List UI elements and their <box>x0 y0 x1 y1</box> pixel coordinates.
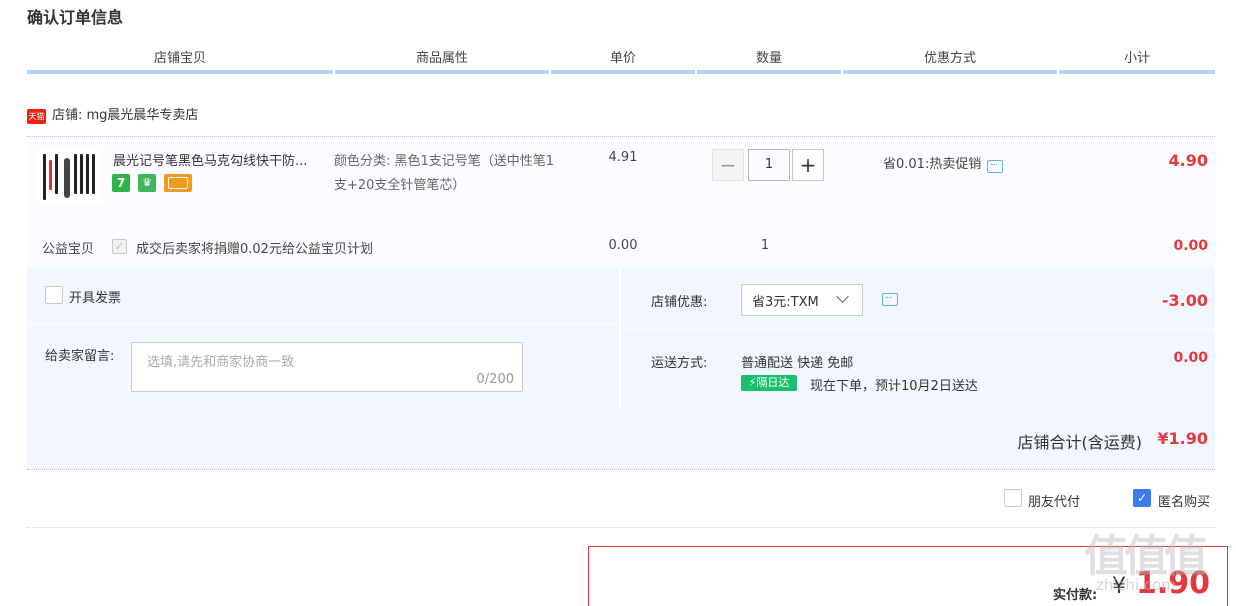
shop-discount-selected: 省3元:TXM <box>752 295 819 310</box>
shipping-amount: 0.00 <box>1173 350 1208 366</box>
message-placeholder: 选填,请先和商家协商一致 <box>147 355 295 370</box>
guarantee-icon[interactable]: ♛ <box>138 174 157 192</box>
product-name-link[interactable]: 晨光记号笔黑色马克勾线快干防... <box>113 150 329 169</box>
message-label: 给卖家留言: <box>45 349 115 364</box>
seven-day-return-icon[interactable]: 7 <box>112 174 130 192</box>
credit-card-icon[interactable] <box>164 174 193 192</box>
shipping-panel <box>621 330 1215 408</box>
quantity-input[interactable]: 1 <box>748 149 790 181</box>
column-quantity: 数量 <box>755 51 782 66</box>
shop-discount-label: 店铺优惠: <box>651 295 708 310</box>
promotion-text: 省0.01:热卖促销 <box>883 157 982 172</box>
friend-pay-checkbox[interactable] <box>1004 489 1022 507</box>
invoice-label[interactable]: 开具发票 <box>69 287 121 306</box>
discount-chat-icon[interactable] <box>882 293 898 306</box>
next-day-badge: ⚡隔日达 <box>741 375 797 391</box>
tmall-icon: 天猫 <box>27 108 46 124</box>
shop-name[interactable]: 店铺: mg晨光晨华专卖店 <box>52 108 198 123</box>
promotion-info: 省0.01:热卖促销 <box>883 153 1004 173</box>
product-attributes: 颜色分类: 黑色1支记号笔（送中性笔1支+20支全针管笔芯） <box>334 154 555 193</box>
charity-label: 公益宝贝 <box>42 242 95 257</box>
quantity-decrease-button[interactable]: − <box>712 149 744 181</box>
product-thumbnail[interactable] <box>38 150 102 204</box>
anonymous-checkbox[interactable]: ✓ <box>1133 489 1151 507</box>
column-header: 店铺宝贝 商品属性 单价 数量 优惠方式 小计 <box>27 44 1215 74</box>
charity-price: 0.00 <box>608 238 638 253</box>
quantity-increase-button[interactable]: + <box>792 149 824 181</box>
column-discount: 优惠方式 <box>923 51 976 66</box>
service-badges: 7 ♛ <box>112 174 196 192</box>
shipping-method: 普通配送 快递 免邮 <box>741 356 854 371</box>
item-subtotal: 4.90 <box>1168 151 1208 170</box>
charity-subtotal: 0.00 <box>1173 238 1208 254</box>
shipping-label: 运送方式: <box>651 356 708 371</box>
watermark-url: zhizhi.com <box>1096 576 1176 594</box>
watermark-logo: 值值值 <box>1084 531 1208 582</box>
column-shop-item: 店铺宝贝 <box>153 51 206 66</box>
anonymous-label[interactable]: 匿名购买 <box>1158 491 1210 510</box>
shop-total-label: 店铺合计(含运费) <box>1017 433 1143 452</box>
shop-discount-amount: -3.00 <box>1161 291 1208 310</box>
charity-checkbox: ✓ <box>112 239 127 254</box>
shipping-eta: 现在下单，预计10月2日送达 <box>810 379 978 394</box>
charity-text: 成交后卖家将捐赠0.02元给公益宝贝计划 <box>136 242 373 257</box>
shop-total-amount: ¥1.90 <box>1157 429 1208 448</box>
column-attributes: 商品属性 <box>415 51 468 66</box>
charity-quantity: 1 <box>760 238 770 253</box>
divider <box>27 527 1215 528</box>
shop-row: 天猫 店铺: mg晨光晨华专卖店 <box>27 104 198 128</box>
column-subtotal: 小计 <box>1123 51 1150 66</box>
message-char-count: 0/200 <box>476 372 514 387</box>
chat-icon[interactable] <box>987 160 1004 173</box>
friend-pay-label[interactable]: 朋友代付 <box>1028 491 1080 510</box>
invoice-checkbox[interactable] <box>45 286 63 304</box>
payment-label: 实付款: <box>1053 588 1098 603</box>
unit-price: 4.91 <box>608 150 638 165</box>
column-unit-price: 单价 <box>609 51 636 66</box>
page-title: 确认订单信息 <box>27 8 124 27</box>
